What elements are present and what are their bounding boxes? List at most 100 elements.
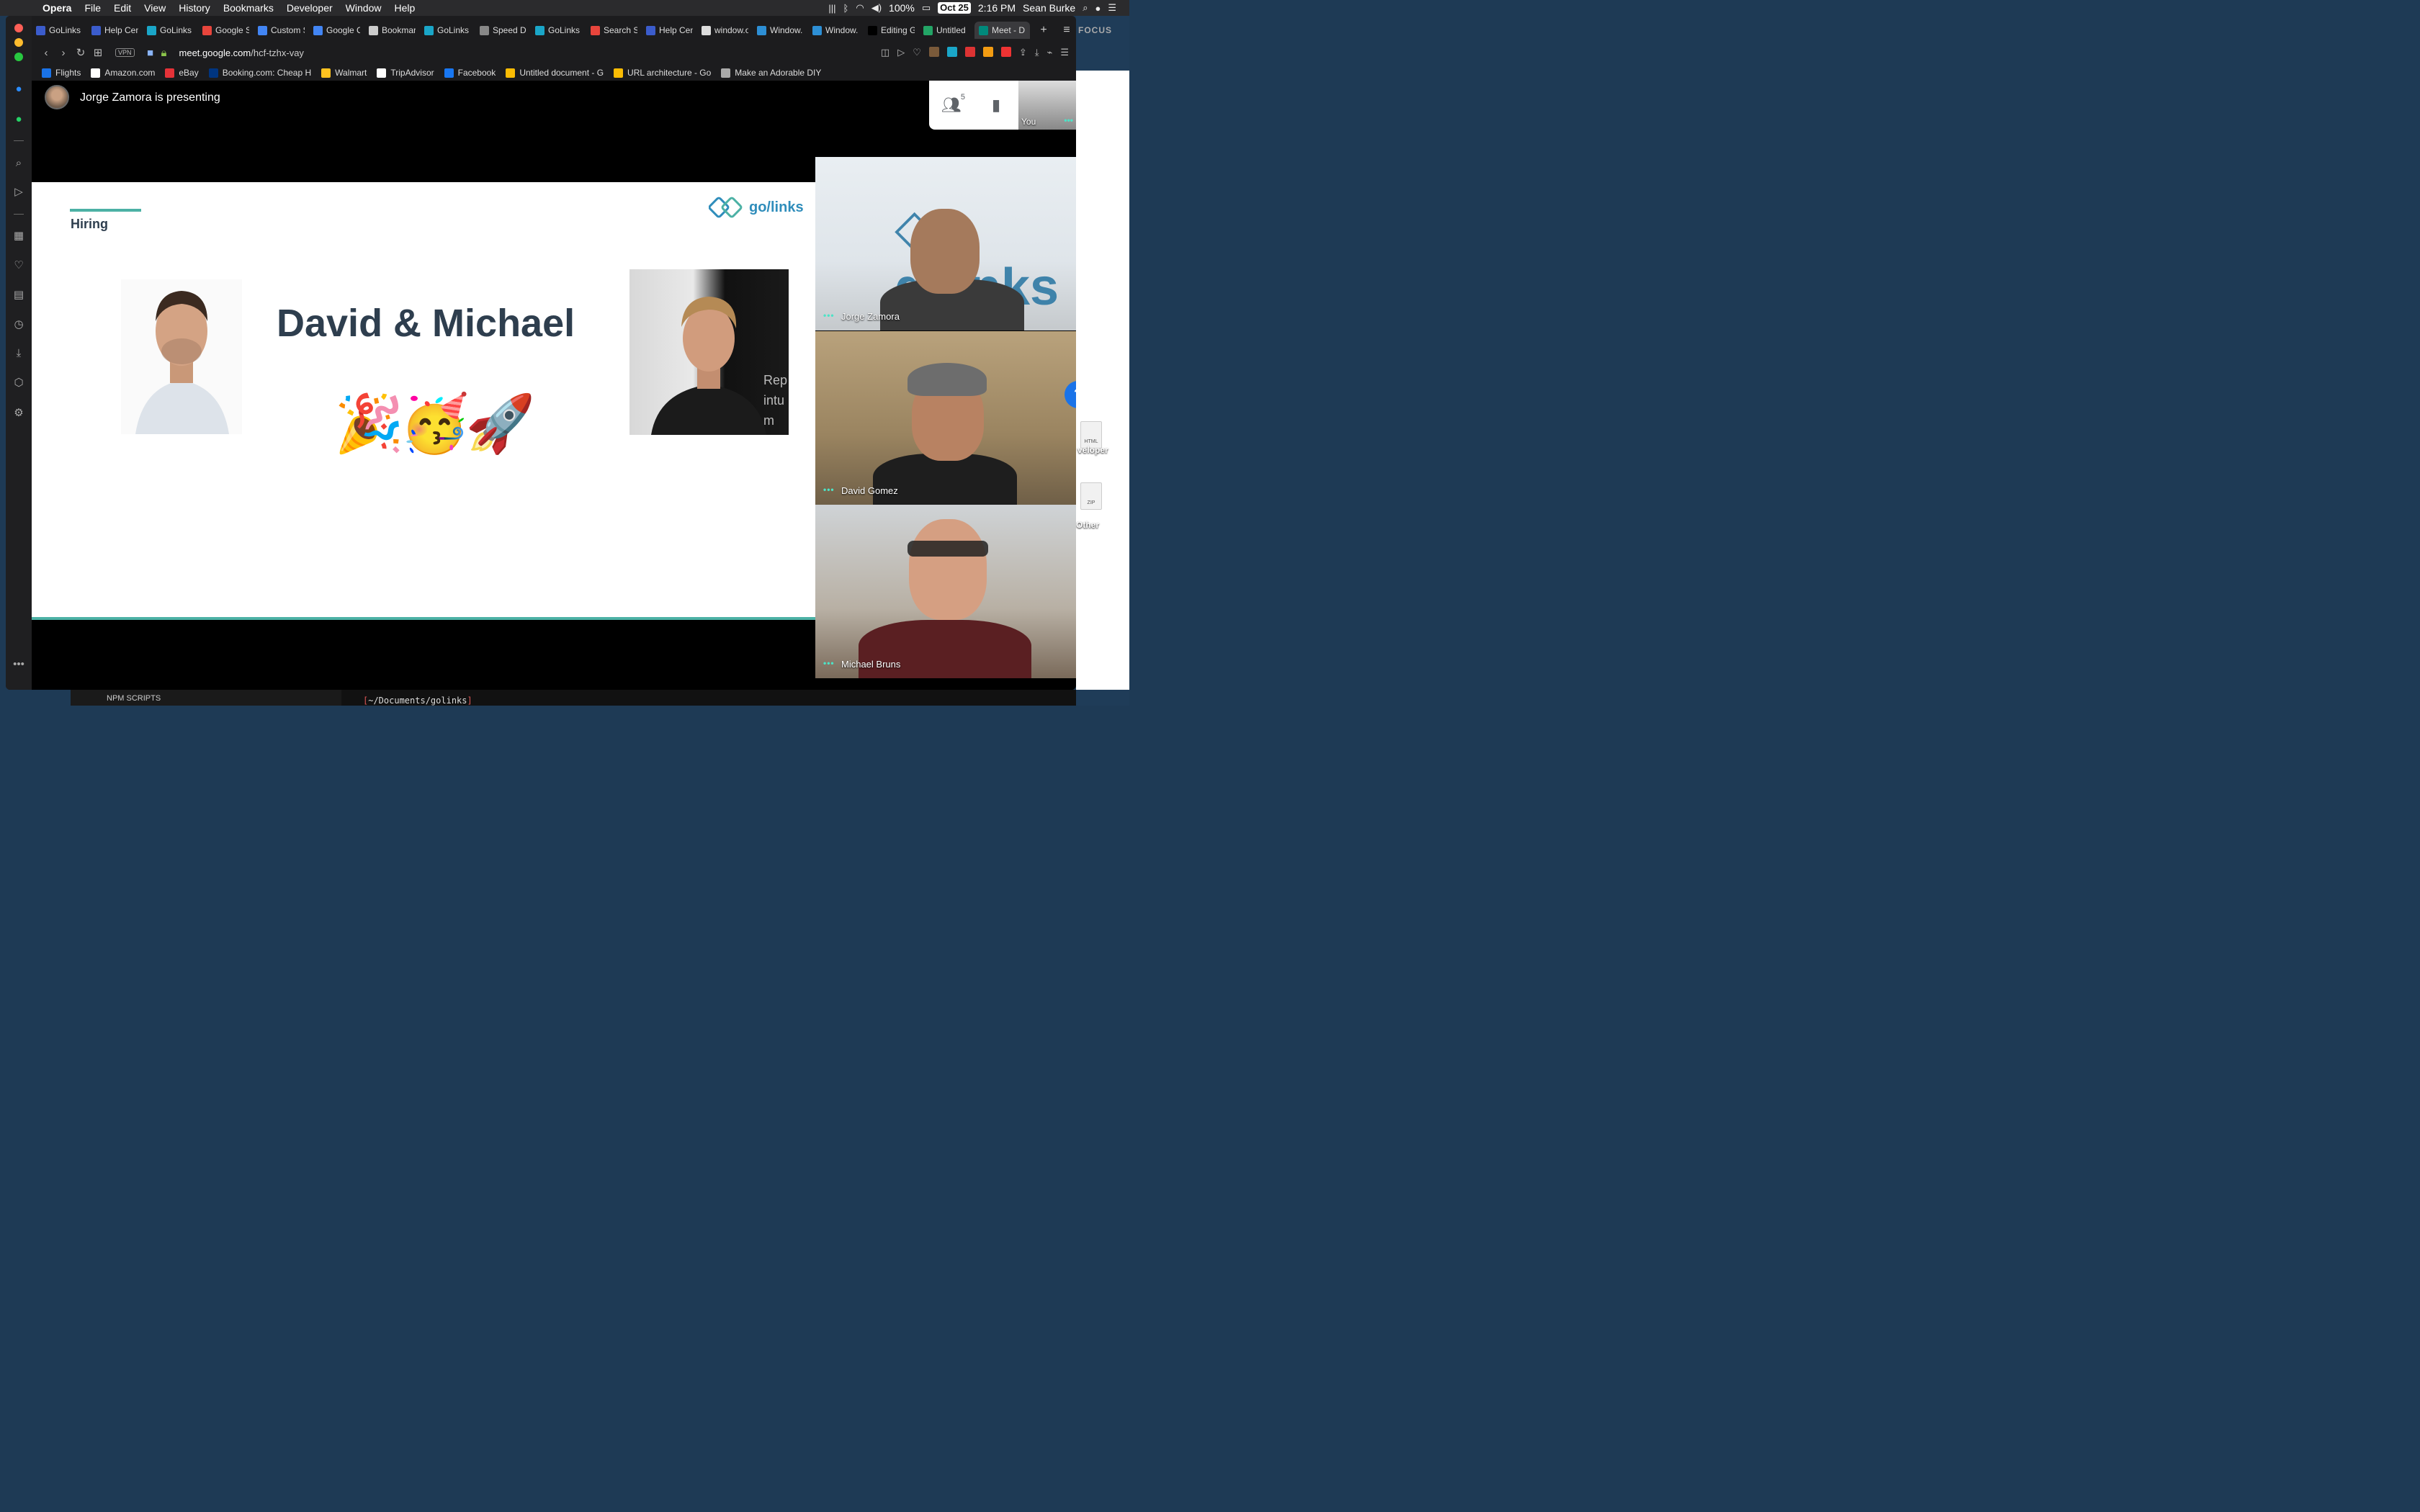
forward-icon[interactable]: › [55, 47, 72, 59]
bookmark-item[interactable]: Untitled document - G [506, 68, 604, 78]
browser-tab[interactable]: GoLinks [32, 22, 87, 39]
browser-tab[interactable]: Window. [753, 22, 808, 39]
heart-icon[interactable]: ♡ [11, 258, 27, 274]
more-icon[interactable]: ••• [11, 657, 27, 672]
equalizer-icon[interactable]: ||| [828, 3, 835, 14]
browser-tab[interactable]: Speed Di [475, 22, 531, 39]
menu-bookmarks[interactable]: Bookmarks [217, 2, 280, 14]
vpn-badge[interactable]: VPN [115, 48, 135, 57]
browser-tab[interactable]: Help Cen [87, 22, 143, 39]
chat-button[interactable]: ▮ [974, 96, 1018, 114]
url-field[interactable]: meet.google.com/hcf-tzhx-vay [179, 48, 304, 58]
bookmark-item[interactable]: Flights [42, 68, 81, 78]
browser-tab[interactable]: Google C [309, 22, 364, 39]
menu-help[interactable]: Help [387, 2, 421, 14]
camera-indicator-icon[interactable]: ■ [142, 47, 159, 59]
settings-icon[interactable]: ⚙ [11, 405, 27, 421]
battery-saver-icon[interactable]: ⌁ [1047, 47, 1053, 58]
menu-edit[interactable]: Edit [107, 2, 138, 14]
downloads-icon[interactable]: ⤓ [11, 346, 27, 361]
calendar-extension-icon[interactable] [982, 47, 993, 57]
user-name[interactable]: Sean Burke [1023, 2, 1075, 14]
tab-grid-icon[interactable]: ⊞ [89, 46, 107, 59]
bluetooth-icon[interactable]: ᛒ [843, 3, 849, 14]
terminal-panel[interactable]: [~/Documents/golinks] [341, 690, 1076, 706]
calendar-extension-icon[interactable] [964, 47, 975, 57]
volume-icon[interactable]: ◀) [871, 2, 882, 14]
history-icon[interactable]: ◷ [11, 317, 27, 333]
menu-file[interactable]: File [78, 2, 107, 14]
self-options-icon[interactable]: ••• [1064, 115, 1073, 125]
reload-icon[interactable]: ↻ [72, 46, 89, 59]
news-icon[interactable]: ▤ [11, 287, 27, 303]
speed-dial-icon[interactable]: ▦ [11, 228, 27, 244]
desktop-folder-developer[interactable]: veloper [1077, 445, 1108, 455]
lock-icon[interactable]: 🔒︎ [159, 47, 169, 59]
browser-tab[interactable]: GoLinks [143, 22, 198, 39]
bookmark-item[interactable]: TripAdvisor [377, 68, 434, 78]
extensions-icon[interactable]: ⬡ [11, 375, 27, 391]
whatsapp-icon[interactable]: ● [11, 112, 27, 127]
browser-tab[interactable]: Bookmar [364, 22, 420, 39]
menu-view[interactable]: View [138, 2, 172, 14]
browser-tab[interactable]: Help Cen [642, 22, 697, 39]
browser-tab[interactable]: Editing G [864, 22, 919, 39]
menu-window[interactable]: Window [339, 2, 388, 14]
date-badge[interactable]: Oct 25 [938, 2, 971, 14]
bookmark-item[interactable]: Walmart [321, 68, 367, 78]
bookmark-item[interactable]: Facebook [444, 68, 496, 78]
messenger-icon[interactable]: ● [11, 81, 27, 97]
wifi-icon[interactable]: ◠ [856, 2, 864, 14]
browser-tab[interactable]: GoLinks [531, 22, 586, 39]
extension-icon[interactable] [928, 47, 939, 57]
zip-file-icon[interactable]: ZIP [1080, 482, 1102, 510]
tab-menu-icon[interactable]: ≡ [1057, 24, 1076, 37]
browser-tab[interactable]: Search S [586, 22, 642, 39]
people-button[interactable]: 👥︎ 5 [929, 93, 974, 114]
browser-tab[interactable]: GoLinks [420, 22, 475, 39]
self-view-tile[interactable]: You ••• [1018, 81, 1076, 130]
npm-scripts-label[interactable]: NPM SCRIPTS [107, 694, 161, 703]
tile-options-icon[interactable]: ••• [823, 310, 835, 320]
bookmark-item[interactable]: Make an Adorable DIY [721, 68, 821, 78]
snapshot-icon[interactable]: ◫ [881, 47, 889, 58]
menu-history[interactable]: History [172, 2, 217, 14]
download-icon[interactable]: ⤓ [1035, 47, 1039, 58]
battery-icon[interactable]: ▭ [922, 2, 931, 14]
golinks-extension-icon[interactable] [946, 47, 957, 57]
battery-percent[interactable]: 100% [889, 2, 915, 14]
browser-tab[interactable]: Custom S [254, 22, 309, 39]
bookmark-item[interactable]: URL architecture - Go [614, 68, 711, 78]
notification-center-icon[interactable]: ☰ [1108, 2, 1116, 14]
bookmark-item[interactable]: Booking.com: Cheap H [208, 68, 311, 78]
browser-tab[interactable]: window.o [697, 22, 753, 39]
browser-tab[interactable]: Google S [198, 22, 254, 39]
minimize-window-button[interactable] [14, 38, 23, 47]
medical-extension-icon[interactable] [1000, 47, 1011, 57]
back-icon[interactable]: ‹ [37, 47, 55, 59]
desktop-folder-other[interactable]: Other [1076, 520, 1099, 530]
participant-tile-david[interactable]: ••• David Gomez [815, 331, 1076, 505]
share-icon[interactable]: ⇪ [1019, 47, 1027, 58]
spotlight-search-icon[interactable]: ⌕ [1083, 2, 1088, 14]
browser-tab[interactable]: Window. [808, 22, 864, 39]
menu-app-name[interactable]: Opera [36, 2, 78, 14]
menu-developer[interactable]: Developer [280, 2, 339, 14]
search-icon[interactable]: ⌕ [11, 156, 27, 171]
bookmark-item[interactable]: Amazon.com [91, 68, 155, 78]
bookmark-heart-icon[interactable]: ♡ [913, 47, 921, 58]
bookmark-item[interactable]: eBay [165, 68, 199, 78]
new-tab-icon[interactable]: + [1034, 24, 1053, 37]
tile-options-icon[interactable]: ••• [823, 485, 835, 495]
tile-options-icon[interactable]: ••• [823, 658, 835, 668]
easy-setup-icon[interactable]: ☰ [1060, 47, 1069, 58]
participant-tile-jorge[interactable]: ◇ g/links ••• Jorge Zamora [815, 157, 1076, 330]
clock[interactable]: 2:16 PM [978, 2, 1016, 14]
browser-tab[interactable]: Meet - D [974, 22, 1030, 39]
close-window-button[interactable] [14, 24, 23, 32]
zoom-window-button[interactable] [14, 53, 23, 61]
browser-tab[interactable]: Untitled [919, 22, 974, 39]
flow-send-icon[interactable]: ▷ [897, 47, 905, 58]
siri-icon[interactable]: ● [1095, 3, 1101, 14]
participant-tile-michael[interactable]: ••• Michael Bruns [815, 505, 1076, 678]
